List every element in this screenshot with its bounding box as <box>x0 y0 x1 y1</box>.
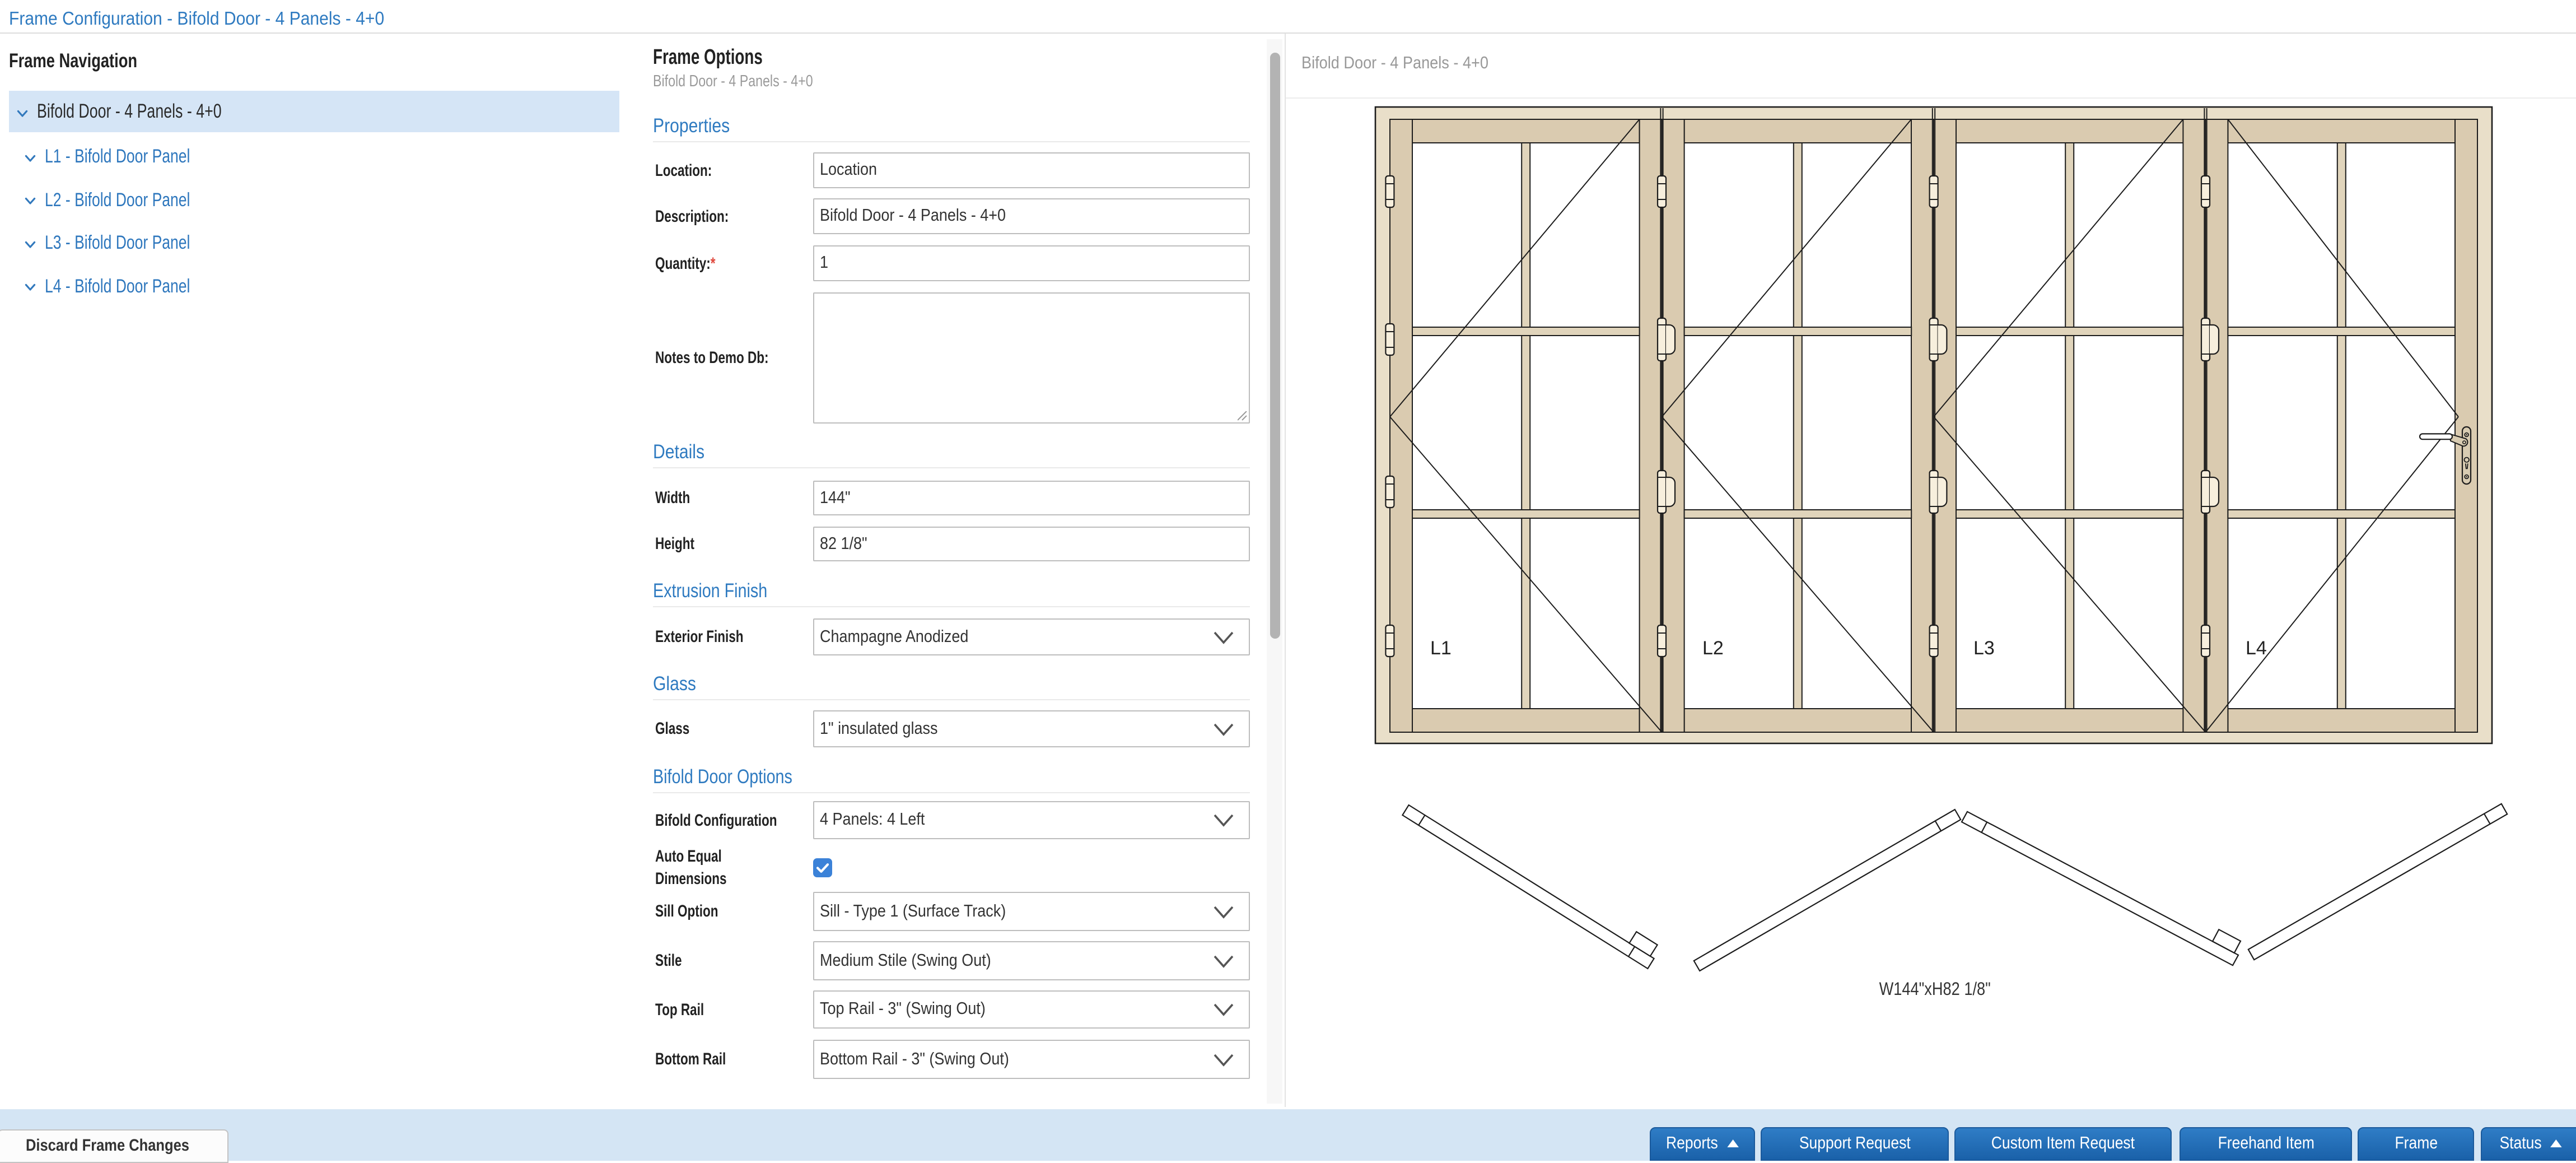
svg-text:L2: L2 <box>1702 638 1724 659</box>
svg-text:L4: L4 <box>2246 638 2267 659</box>
svg-text:L1: L1 <box>1430 638 1452 659</box>
svg-text:L3: L3 <box>1973 638 1995 659</box>
